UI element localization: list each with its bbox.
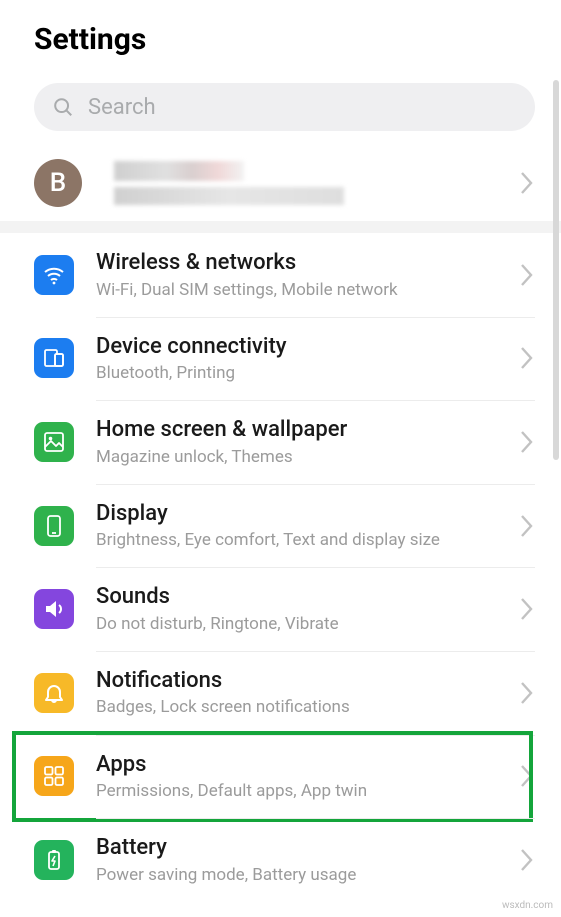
wifi-icon [34,255,74,295]
page-title: Settings [34,22,533,57]
settings-item-notifications[interactable]: NotificationsBadges, Lock screen notific… [0,651,549,735]
settings-item-apps[interactable]: AppsPermissions, Default apps, App twin [0,735,549,819]
sound-icon [34,589,74,629]
chevron-right-icon [519,847,535,873]
item-subtitle: Magazine unlock, Themes [96,446,519,468]
item-subtitle: Permissions, Default apps, App twin [96,780,519,802]
chevron-right-icon [519,170,535,196]
item-text: DisplayBrightness, Eye comfort, Text and… [96,500,519,552]
item-subtitle: Badges, Lock screen notifications [96,696,519,718]
item-subtitle: Brightness, Eye comfort, Text and displa… [96,529,519,551]
settings-item-home-screen[interactable]: Home screen & wallpaperMagazine unlock, … [0,400,549,484]
account-row[interactable]: B [0,145,561,233]
battery-icon [34,840,74,880]
item-text: Wireless & networksWi-Fi, Dual SIM setti… [96,249,519,301]
chevron-right-icon [519,429,535,455]
settings-item-display[interactable]: DisplayBrightness, Eye comfort, Text and… [0,484,549,568]
chevron-right-icon [519,262,535,288]
item-title: Display [96,500,519,528]
item-text: NotificationsBadges, Lock screen notific… [96,667,519,719]
account-name-redacted [114,161,244,181]
scrollbar[interactable] [553,80,559,460]
account-detail-redacted [114,187,344,205]
item-title: Home screen & wallpaper [96,416,519,444]
chevron-right-icon [519,680,535,706]
settings-item-device-connectivity[interactable]: Device connectivityBluetooth, Printing [0,317,549,401]
chevron-right-icon [519,345,535,371]
apps-icon [34,756,74,796]
search-row: Search [0,69,561,145]
search-icon [52,96,74,118]
settings-item-battery[interactable]: BatteryPower saving mode, Battery usage [0,818,549,902]
account-text [114,161,519,205]
header: Settings [0,0,561,69]
item-title: Wireless & networks [96,249,519,277]
item-subtitle: Do not disturb, Ringtone, Vibrate [96,613,519,635]
settings-item-wireless[interactable]: Wireless & networksWi-Fi, Dual SIM setti… [0,233,549,317]
watermark: wsxdn.com [502,900,553,911]
item-text: SoundsDo not disturb, Ringtone, Vibrate [96,583,519,635]
settings-item-sounds[interactable]: SoundsDo not disturb, Ringtone, Vibrate [0,567,549,651]
device-icon [34,338,74,378]
item-subtitle: Power saving mode, Battery usage [96,864,519,886]
item-text: Device connectivityBluetooth, Printing [96,333,519,385]
item-title: Sounds [96,583,519,611]
chevron-right-icon [519,763,535,789]
item-title: Device connectivity [96,333,519,361]
wallpaper-icon [34,422,74,462]
bell-icon [34,673,74,713]
item-subtitle: Wi-Fi, Dual SIM settings, Mobile network [96,279,519,301]
item-subtitle: Bluetooth, Printing [96,362,519,384]
item-title: Apps [96,751,519,779]
search-input[interactable]: Search [34,83,535,131]
chevron-right-icon [519,596,535,622]
search-placeholder: Search [88,95,156,120]
settings-list: Wireless & networksWi-Fi, Dual SIM setti… [0,233,561,902]
chevron-right-icon [519,513,535,539]
item-text: BatteryPower saving mode, Battery usage [96,834,519,886]
item-title: Battery [96,834,519,862]
item-text: AppsPermissions, Default apps, App twin [96,751,519,803]
avatar: B [34,159,82,207]
item-title: Notifications [96,667,519,695]
display-icon [34,506,74,546]
item-text: Home screen & wallpaperMagazine unlock, … [96,416,519,468]
